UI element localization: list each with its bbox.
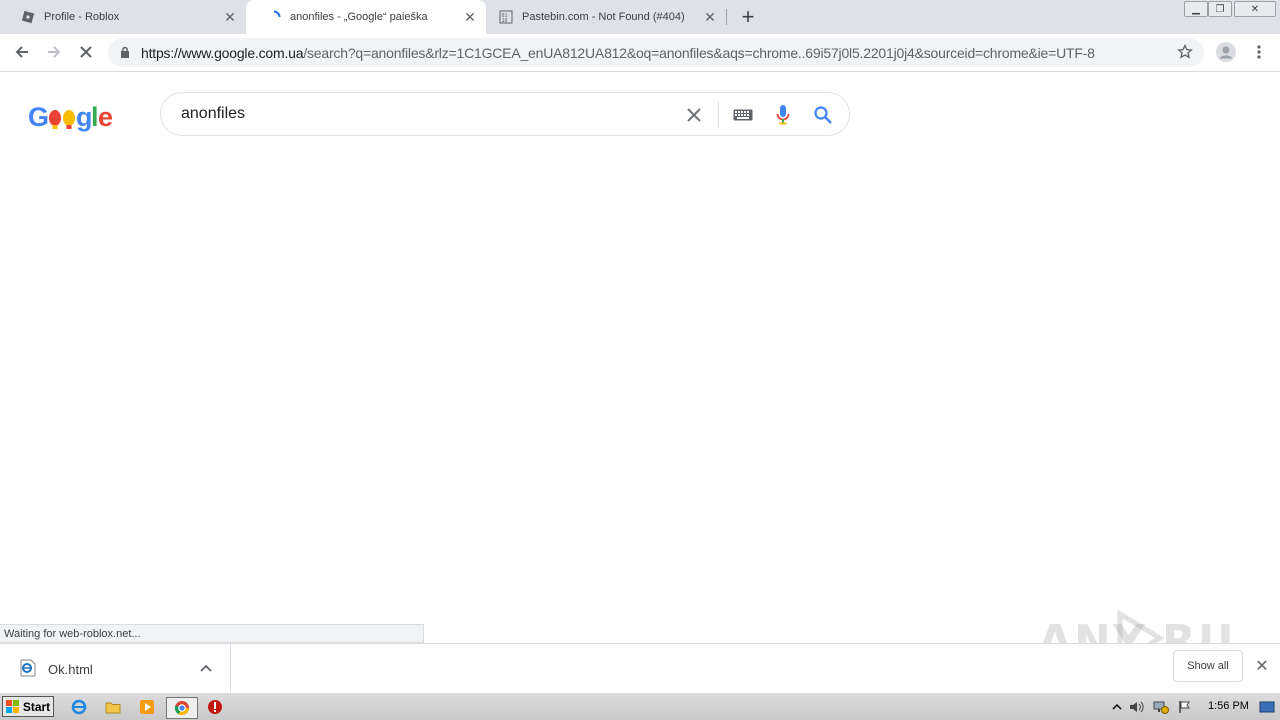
roblox-icon xyxy=(20,9,36,25)
show-desktop-icon[interactable] xyxy=(1256,697,1278,717)
profile-avatar[interactable] xyxy=(1214,40,1238,64)
svg-text:G: G xyxy=(28,102,48,132)
svg-text:l: l xyxy=(91,102,98,132)
windows-taskbar: Start 1:56 PM xyxy=(0,692,1280,720)
chrome-taskbar-button[interactable] xyxy=(166,697,198,719)
keyboard-icon[interactable] xyxy=(731,103,755,127)
tab-pastebin[interactable]: 01 10 Pastebin.com - Not Found (#404) ✕ xyxy=(486,0,726,34)
tab-strip: Profile - Roblox ✕ anonfiles - „Google“ … xyxy=(0,0,1280,34)
action-center-flag-icon[interactable] xyxy=(1174,697,1196,717)
menu-button[interactable] xyxy=(1247,40,1271,64)
star-icon[interactable] xyxy=(1177,43,1193,63)
back-arrow-icon xyxy=(15,46,28,58)
close-icon[interactable]: ✕ xyxy=(222,9,238,25)
back-button[interactable] xyxy=(10,40,34,64)
lock-icon xyxy=(120,46,130,61)
search-divider xyxy=(718,101,719,129)
downloads-bar: Ok.html Show all ✕ xyxy=(0,643,1280,692)
opera-warning-icon[interactable] xyxy=(204,697,226,717)
internet-explorer-icon[interactable] xyxy=(68,697,90,717)
url-host: https://www.google.com.ua xyxy=(141,45,304,61)
url-path: /search?q=anonfiles&rlz=1C1GCEA_enUA812U… xyxy=(303,45,1095,61)
media-player-icon[interactable] xyxy=(136,697,158,717)
taskbar-clock[interactable]: 1:56 PM xyxy=(1208,700,1249,712)
kebab-menu-icon xyxy=(1257,45,1261,59)
clear-search-icon[interactable] xyxy=(682,103,706,127)
stop-icon xyxy=(80,46,92,58)
browser-toolbar: https://www.google.com.ua/search?q=anonf… xyxy=(0,34,1280,72)
chevron-up-icon[interactable] xyxy=(200,661,212,675)
search-icon[interactable] xyxy=(811,103,835,127)
google-doodle-logo: G g l e xyxy=(28,102,114,132)
microphone-icon[interactable] xyxy=(771,103,795,127)
volume-icon[interactable] xyxy=(1126,697,1148,717)
tab-google-search[interactable]: anonfiles - „Google“ paieška ✕ xyxy=(246,0,486,34)
close-icon[interactable]: ✕ xyxy=(462,9,478,25)
google-search-box xyxy=(160,92,850,136)
close-icon[interactable]: ✕ xyxy=(1252,656,1272,676)
avatar-icon xyxy=(1216,42,1236,62)
svg-text:e: e xyxy=(98,102,113,132)
forward-button[interactable] xyxy=(42,40,66,64)
start-label: Start xyxy=(22,699,51,714)
url-text: https://www.google.com.ua/search?q=anonf… xyxy=(141,45,1095,61)
minimize-button[interactable]: ▁ xyxy=(1184,1,1208,17)
google-logo[interactable]: G g l e xyxy=(28,100,114,141)
search-input[interactable] xyxy=(181,105,661,123)
show-all-button[interactable]: Show all xyxy=(1173,650,1243,682)
show-hidden-icons[interactable] xyxy=(1106,697,1128,717)
close-icon[interactable]: ✕ xyxy=(702,9,718,25)
file-explorer-icon[interactable] xyxy=(102,697,124,717)
tab-divider xyxy=(726,9,727,25)
new-tab-button[interactable]: + xyxy=(736,4,760,29)
status-bubble: Waiting for web-roblox.net... xyxy=(0,624,424,643)
loading-spinner-icon xyxy=(266,9,282,25)
tab-title: anonfiles - „Google“ paieška xyxy=(290,11,428,23)
chrome-icon xyxy=(174,701,189,715)
close-window-button[interactable]: ✕ xyxy=(1234,1,1276,17)
tab-title: Profile - Roblox xyxy=(44,11,120,23)
forward-arrow-icon xyxy=(48,46,61,58)
download-file-name: Ok.html xyxy=(48,662,93,677)
tab-profile-roblox[interactable]: Profile - Roblox ✕ xyxy=(0,0,246,34)
download-item[interactable]: Ok.html xyxy=(0,644,231,692)
start-button[interactable]: Start xyxy=(2,696,54,717)
svg-text:10: 10 xyxy=(502,18,508,24)
tab-title: Pastebin.com - Not Found (#404) xyxy=(522,11,685,23)
windows-logo-icon xyxy=(5,699,19,713)
stop-button[interactable] xyxy=(74,40,98,64)
network-icon[interactable] xyxy=(1150,697,1172,717)
html-file-icon xyxy=(20,659,36,680)
address-bar[interactable]: https://www.google.com.ua/search?q=anonf… xyxy=(108,38,1204,67)
restore-button[interactable]: ❐ xyxy=(1208,1,1232,17)
pastebin-icon: 01 10 xyxy=(498,9,514,25)
svg-text:g: g xyxy=(76,102,92,132)
